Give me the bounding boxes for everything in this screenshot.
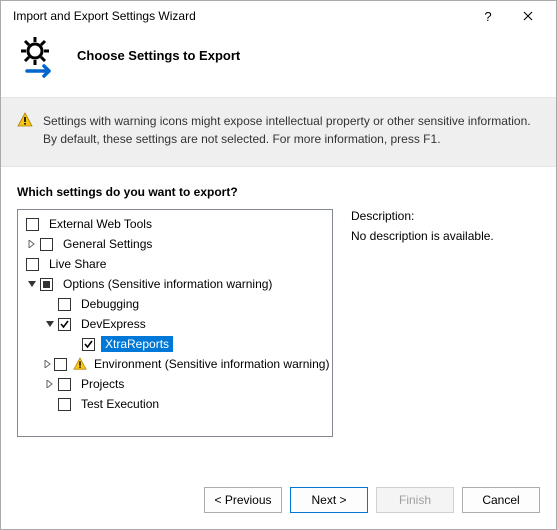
cancel-button[interactable]: Cancel (462, 487, 540, 513)
wizard-header: Choose Settings to Export (1, 31, 556, 97)
tree-item-devexpress[interactable]: DevExpress (18, 314, 332, 334)
tree-item-label: General Settings (59, 236, 156, 252)
checkbox-checked[interactable] (82, 338, 95, 351)
tree-item-general-settings[interactable]: General Settings (18, 234, 332, 254)
previous-button[interactable]: < Previous (204, 487, 282, 513)
tree-item-label: External Web Tools (45, 216, 156, 232)
page-heading: Choose Settings to Export (77, 48, 240, 63)
expand-icon[interactable] (44, 358, 52, 370)
close-button[interactable] (508, 1, 548, 31)
main-section: Which settings do you want to export? Ex… (1, 167, 556, 471)
help-button[interactable]: ? (468, 1, 508, 31)
tree-item-live-share[interactable]: Live Share (18, 254, 332, 274)
warning-icon (73, 357, 87, 371)
checkbox[interactable] (58, 398, 71, 411)
gear-arrow-icon (13, 31, 61, 79)
checkbox[interactable] (40, 238, 53, 251)
checkbox[interactable] (26, 218, 39, 231)
window-title: Import and Export Settings Wizard (13, 9, 468, 23)
checkbox[interactable] (58, 378, 71, 391)
description-pane: Description: No description is available… (351, 209, 540, 471)
tree-item-label: DevExpress (77, 316, 150, 332)
expand-icon[interactable] (26, 238, 38, 250)
tree-item-options[interactable]: Options (Sensitive information warning) (18, 274, 332, 294)
collapse-icon[interactable] (26, 278, 38, 290)
tree-item-projects[interactable]: Projects (18, 374, 332, 394)
settings-tree[interactable]: External Web Tools General Settings Live… (17, 209, 333, 437)
wizard-dialog: Import and Export Settings Wizard ? Choo… (0, 0, 557, 530)
tree-item-environment[interactable]: Environment (Sensitive information warni… (18, 354, 332, 374)
tree-prompt: Which settings do you want to export? (17, 185, 540, 199)
tree-item-label: Debugging (77, 296, 143, 312)
tree-item-label: Options (Sensitive information warning) (59, 276, 276, 292)
checkbox[interactable] (54, 358, 67, 371)
warning-text: Settings with warning icons might expose… (43, 112, 540, 148)
tree-item-label: Test Execution (77, 396, 163, 412)
tree-item-debugging[interactable]: Debugging (18, 294, 332, 314)
warning-strip: Settings with warning icons might expose… (1, 97, 556, 167)
expand-icon[interactable] (44, 378, 56, 390)
description-body: No description is available. (351, 229, 540, 243)
title-bar: Import and Export Settings Wizard ? (1, 1, 556, 31)
close-icon (523, 11, 533, 21)
checkbox-checked[interactable] (58, 318, 71, 331)
finish-button: Finish (376, 487, 454, 513)
checkbox[interactable] (58, 298, 71, 311)
tree-item-label: XtraReports (101, 336, 173, 352)
tree-item-label: Live Share (45, 256, 110, 272)
checkbox-mixed[interactable] (40, 278, 53, 291)
tree-item-label: Environment (Sensitive information warni… (90, 356, 333, 372)
collapse-icon[interactable] (44, 318, 56, 330)
tree-item-label: Projects (77, 376, 128, 392)
tree-item-test-execution[interactable]: Test Execution (18, 394, 332, 414)
tree-item-xtrareports[interactable]: XtraReports (18, 334, 332, 354)
checkbox[interactable] (26, 258, 39, 271)
tree-item-external-web-tools[interactable]: External Web Tools (18, 214, 332, 234)
next-button[interactable]: Next > (290, 487, 368, 513)
warning-icon (17, 112, 33, 128)
button-bar: < Previous Next > Finish Cancel (1, 471, 556, 529)
description-heading: Description: (351, 209, 540, 223)
